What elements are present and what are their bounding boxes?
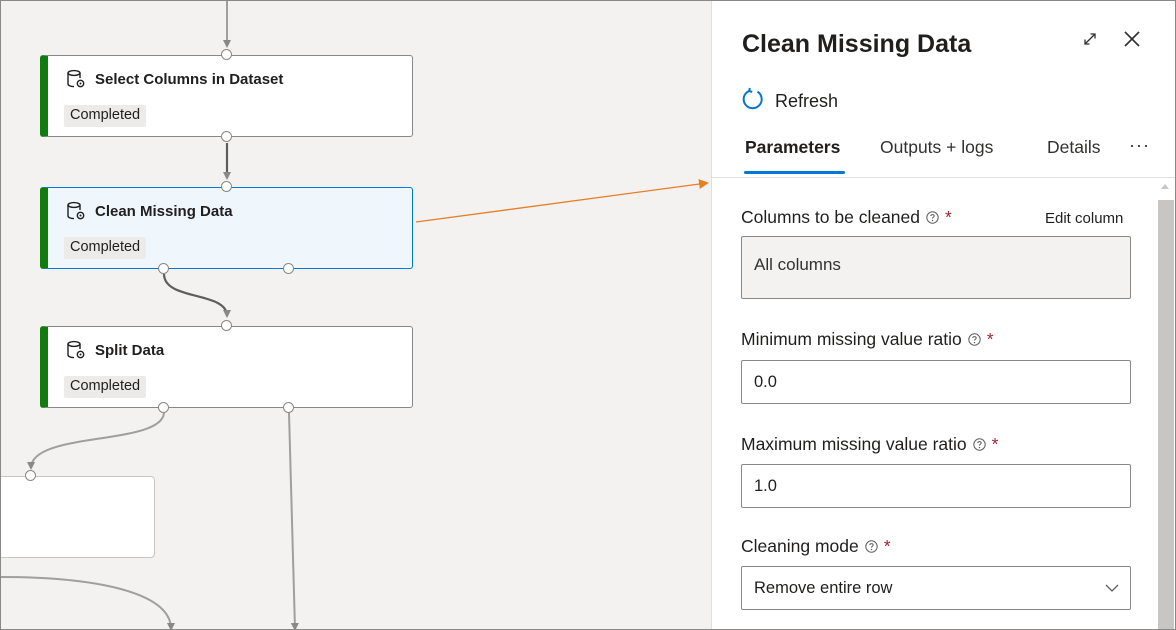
columns-selection-box: All columns — [741, 236, 1131, 299]
edge-split-to-partial — [27, 412, 165, 470]
status-badge: Completed — [64, 237, 147, 259]
columns-selection-value: All columns — [754, 255, 841, 274]
refresh-icon — [741, 87, 765, 116]
max-ratio-label-text: Maximum missing value ratio — [741, 434, 967, 454]
expand-icon — [1081, 30, 1099, 53]
help-icon[interactable] — [972, 438, 986, 451]
required-marker: * — [991, 434, 999, 454]
app-frame: Select Columns in Dataset Completed Clea… — [0, 0, 1176, 630]
output-port[interactable] — [283, 402, 294, 413]
min-ratio-input[interactable] — [741, 360, 1131, 404]
max-ratio-label: Maximum missing value ratio * — [741, 434, 998, 455]
dataset-module-icon — [66, 340, 86, 360]
help-icon[interactable] — [865, 540, 878, 553]
output-port[interactable] — [158, 402, 169, 413]
cleaning-mode-label-text: Cleaning mode — [741, 536, 859, 556]
input-port[interactable] — [221, 49, 232, 60]
module-node-name: Split Data — [95, 341, 165, 359]
scrollbar-thumb[interactable] — [1158, 200, 1174, 629]
cleaning-mode-dropdown[interactable]: Remove entire row — [741, 566, 1131, 610]
module-details-panel: Clean Missing Data Refresh Parameters Ou… — [711, 1, 1175, 629]
output-port[interactable] — [221, 131, 232, 142]
module-node-split-data[interactable]: Split Data Completed — [40, 326, 413, 408]
module-node-name: Clean Missing Data — [95, 202, 233, 220]
dataset-module-icon — [66, 201, 86, 221]
columns-to-clean-label: Columns to be cleaned * — [741, 207, 952, 228]
parameters-form: Columns to be cleaned * Edit column All … — [712, 177, 1175, 629]
expand-button[interactable] — [1076, 27, 1104, 55]
output-port[interactable] — [158, 263, 169, 274]
module-node-title-row: Clean Missing Data — [66, 201, 233, 221]
output-port[interactable] — [283, 263, 294, 274]
help-icon[interactable] — [926, 211, 939, 224]
dataset-module-icon — [66, 69, 86, 89]
min-ratio-label: Minimum missing value ratio * — [741, 329, 994, 350]
module-node-select-columns[interactable]: Select Columns in Dataset Completed — [40, 55, 413, 137]
help-icon[interactable] — [968, 333, 981, 346]
status-badge: Completed — [64, 105, 147, 127]
panel-tabs: Parameters Outputs + logs Details ··· — [742, 135, 1162, 177]
module-node-title-row: Split Data — [66, 340, 164, 360]
refresh-label: Refresh — [775, 91, 839, 111]
pipeline-canvas[interactable]: Select Columns in Dataset Completed Clea… — [1, 1, 711, 629]
close-icon — [1123, 30, 1141, 53]
refresh-button[interactable]: Refresh — [741, 87, 838, 116]
min-ratio-label-text: Minimum missing value ratio — [741, 329, 962, 349]
edge-split-right-down — [288, 412, 299, 629]
chevron-down-icon — [1104, 581, 1120, 600]
required-marker: * — [986, 329, 994, 349]
tab-details[interactable]: Details — [1047, 137, 1101, 158]
active-tab-indicator — [744, 171, 845, 174]
close-button[interactable] — [1118, 27, 1146, 55]
required-marker: * — [883, 536, 891, 556]
module-node-partial[interactable] — [1, 476, 155, 558]
module-node-title-row: Select Columns in Dataset — [66, 69, 283, 89]
max-ratio-input[interactable] — [741, 464, 1131, 508]
cleaning-mode-label: Cleaning mode * — [741, 536, 891, 557]
module-node-clean-missing-data[interactable]: Clean Missing Data Completed — [40, 187, 413, 269]
input-port[interactable] — [221, 320, 232, 331]
input-port[interactable] — [25, 470, 36, 481]
edge-bottom-left-curve — [1, 576, 175, 629]
columns-to-clean-label-text: Columns to be cleaned — [741, 207, 920, 227]
edit-column-link[interactable]: Edit column — [1045, 210, 1123, 227]
edge-clean-to-split — [162, 273, 231, 318]
annotation-arrow — [415, 179, 709, 223]
scroll-up-arrow-icon[interactable] — [1161, 184, 1169, 189]
panel-title: Clean Missing Data — [742, 30, 972, 58]
more-tabs-button[interactable]: ··· — [1129, 135, 1150, 156]
panel-scrollbar[interactable] — [1157, 178, 1175, 629]
cleaning-mode-value: Remove entire row — [754, 579, 893, 597]
tab-outputs-logs[interactable]: Outputs + logs — [880, 137, 993, 158]
required-marker: * — [945, 207, 952, 227]
module-node-name: Select Columns in Dataset — [95, 70, 284, 88]
status-badge: Completed — [64, 376, 147, 398]
input-port[interactable] — [221, 181, 232, 192]
tab-parameters[interactable]: Parameters — [745, 137, 840, 158]
